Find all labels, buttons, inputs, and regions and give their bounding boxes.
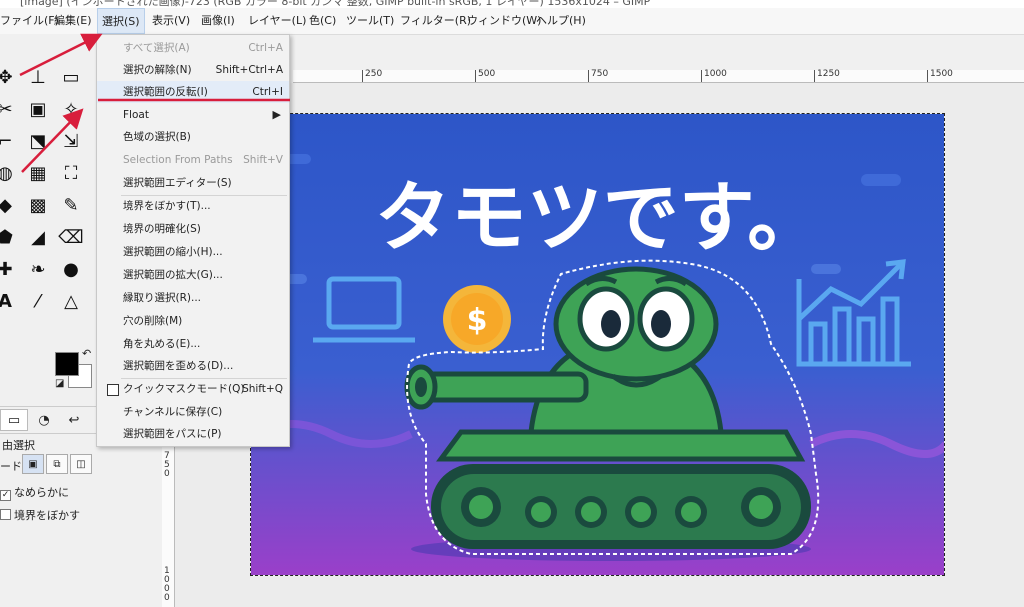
arrow-to-invert-icon — [21, 108, 84, 173]
annotation-overlay — [19, 33, 290, 173]
arrow-to-select-menu-icon — [19, 33, 103, 77]
